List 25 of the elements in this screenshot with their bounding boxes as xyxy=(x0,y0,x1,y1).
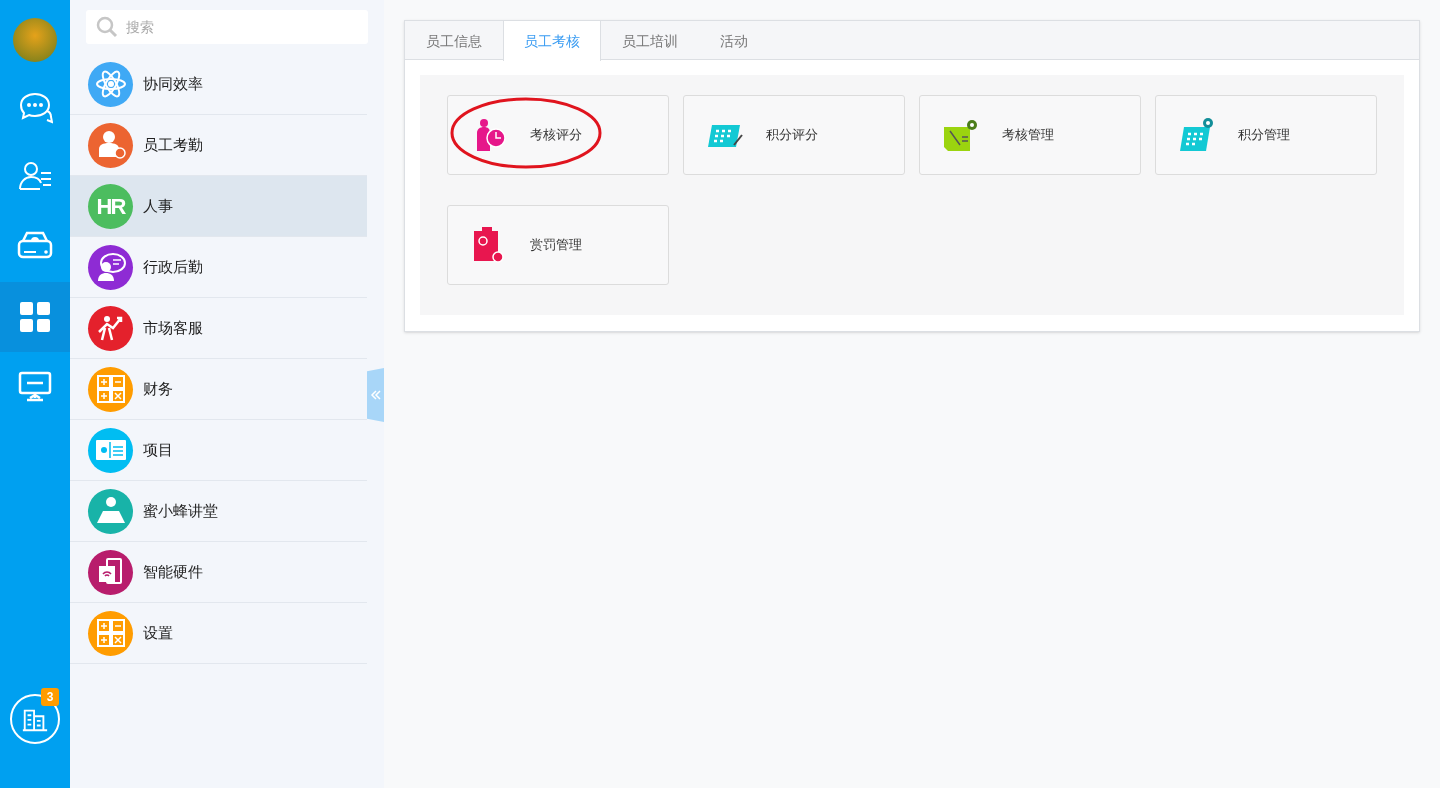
sidebar-item[interactable]: 协同效率 xyxy=(70,54,367,115)
app-card[interactable]: 积分管理 xyxy=(1155,95,1377,175)
sidebar-item[interactable]: 项目 xyxy=(70,420,367,481)
app-card[interactable]: 赏罚管理 xyxy=(447,205,669,285)
tab[interactable]: 员工信息 xyxy=(405,21,503,61)
sidebar-item[interactable]: 财务 xyxy=(70,359,367,420)
sidebar-item[interactable]: 设置 xyxy=(70,603,367,664)
logo-icon: HR xyxy=(88,183,133,229)
sidebar-item[interactable]: 智能硬件 xyxy=(70,542,367,603)
sidebar-item[interactable]: 市场客服 xyxy=(70,298,367,359)
rail-button[interactable] xyxy=(0,282,70,352)
search-icon xyxy=(96,16,118,38)
search-field[interactable]: 搜索 xyxy=(86,10,368,44)
sidebar-item[interactable]: 蜜小蜂讲堂 xyxy=(70,481,367,542)
sidebar-item[interactable]: HR 人事 xyxy=(70,176,367,237)
tab[interactable]: 员工培训 xyxy=(601,21,699,61)
double-chevron-icon xyxy=(369,390,382,400)
app-card[interactable]: 考核评分 xyxy=(447,95,669,175)
avatar[interactable] xyxy=(13,18,57,62)
app-card[interactable]: 积分评分 xyxy=(683,95,905,175)
apps-grid-icon xyxy=(17,299,53,335)
tab[interactable]: 活动 xyxy=(699,21,769,61)
notification-badge: 3 xyxy=(41,688,59,706)
app-card[interactable]: 考核管理 xyxy=(919,95,1141,175)
sidebar-item[interactable]: 行政后勤 xyxy=(70,237,367,298)
